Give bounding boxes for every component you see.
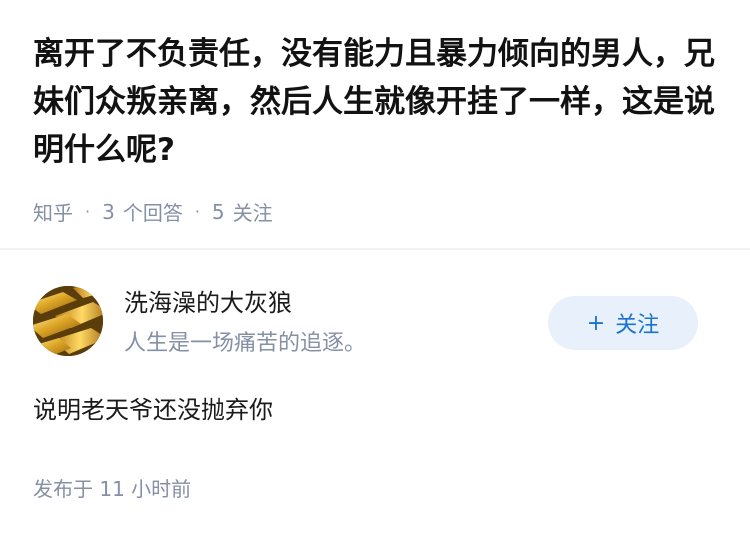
author-name[interactable]: 洗海澡的大灰狼	[124, 286, 292, 320]
followers-count: 5	[211, 199, 225, 224]
question-meta: 知乎 · 3 个回答 · 5 关注	[33, 197, 273, 226]
gold-bars-avatar-image	[33, 286, 103, 356]
question-title[interactable]: 离开了不负责任，没有能力且暴力倾向的男人，兄妹们众叛亲离，然后人生就像开挂了一样…	[33, 30, 723, 174]
publish-time-value: 11 小时前	[99, 477, 192, 501]
answers-count: 3	[102, 199, 115, 224]
answers-label[interactable]: 个回答	[123, 197, 183, 226]
author-bio: 人生是一场痛苦的追逐。	[124, 331, 367, 356]
follow-button-label: 关注	[615, 313, 660, 338]
question-header: 离开了不负责任，没有能力且暴力倾向的男人，兄妹们众叛亲离，然后人生就像开挂了一样…	[0, 0, 750, 250]
followers-label: 关注	[232, 201, 273, 225]
answer-card: 洗海澡的大灰狼 人生是一场痛苦的追逐。 + 关注 说明老天爷还没抛弃你 发布于 …	[0, 250, 750, 540]
meta-separator: ·	[85, 202, 91, 221]
plus-icon: +	[586, 310, 606, 336]
publish-label: 发布于	[33, 477, 93, 501]
publish-time: 发布于 11 小时前	[33, 475, 191, 503]
meta-separator: ·	[194, 202, 200, 221]
avatar[interactable]	[33, 286, 103, 356]
source-label[interactable]: 知乎	[33, 197, 73, 226]
answer-content[interactable]: 说明老天爷还没抛弃你	[33, 392, 273, 428]
follow-button[interactable]: + 关注	[548, 296, 698, 350]
